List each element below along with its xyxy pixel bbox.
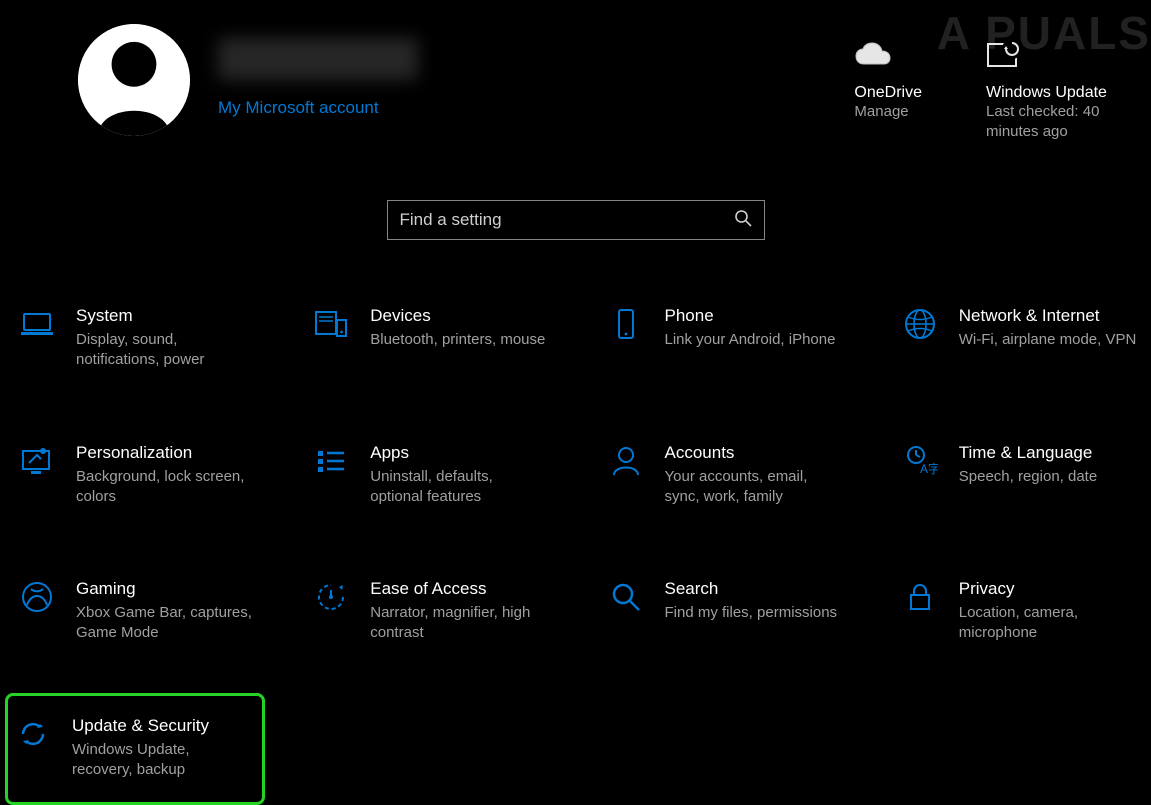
header-region: My Microsoft account OneDrive Manage Win… [0,0,1151,180]
tile-network-internet[interactable]: Network & Internet Wi-Fi, airplane mode,… [895,300,1141,377]
tile-sub: Wi-Fi, airplane mode, VPN [959,330,1137,350]
update-security-icon [12,716,54,758]
privacy-icon [899,579,941,621]
person-icon [78,24,190,136]
phone-icon [605,306,647,348]
user-meta: My Microsoft account [218,24,418,118]
tile-title: Gaming [76,579,254,599]
tile-gaming[interactable]: Gaming Xbox Game Bar, captures, Game Mod… [12,573,258,650]
header-right: OneDrive Manage Windows Update Last chec… [854,32,1151,143]
tile-title: Personalization [76,443,254,463]
tile-privacy[interactable]: Privacy Location, camera, microphone [895,573,1141,650]
tile-title: Accounts [665,443,843,463]
tile-sub: Uninstall, defaults, optional features [370,467,548,508]
onedrive-sub: Manage [854,102,922,122]
settings-grid: System Display, sound, notifications, po… [0,240,1151,780]
tile-update-security[interactable]: Update & Security Windows Update, recove… [5,693,265,805]
tile-title: Search [665,579,843,599]
windows-update-sub: Last checked: 40 minutes ago [986,102,1151,143]
tile-phone[interactable]: Phone Link your Android, iPhone [601,300,847,377]
tile-ease-of-access[interactable]: Ease of Access Narrator, magnifier, high… [306,573,552,650]
tile-title: Time & Language [959,443,1137,463]
time-language-icon: A字 [899,443,941,485]
windows-update-icon [986,32,1151,78]
tile-devices[interactable]: Devices Bluetooth, printers, mouse [306,300,552,377]
apps-icon [310,443,352,485]
tile-apps[interactable]: Apps Uninstall, defaults, optional featu… [306,437,552,514]
search-icon [734,209,752,232]
search-input[interactable] [400,210,734,230]
tile-sub: Speech, region, date [959,467,1137,487]
tile-search[interactable]: Search Find my files, permissions [601,573,847,650]
user-name-redacted [218,38,418,80]
ease-of-access-icon [310,579,352,621]
tile-sub: Find my files, permissions [665,603,843,623]
tile-personalization[interactable]: Personalization Background, lock screen,… [12,437,258,514]
globe-icon [899,306,941,348]
onedrive-title: OneDrive [854,84,922,102]
windows-update-card[interactable]: Windows Update Last checked: 40 minutes … [986,32,1151,143]
tile-title: Phone [665,306,843,326]
tile-time-language[interactable]: A字 Time & Language Speech, region, date [895,437,1141,514]
laptop-icon [16,306,58,348]
tile-title: Network & Internet [959,306,1137,326]
search-box[interactable] [387,200,765,240]
tile-title: Update & Security [72,716,254,736]
tile-sub: Xbox Game Bar, captures, Game Mode [76,603,254,644]
tile-title: Privacy [959,579,1137,599]
search-wrap [0,200,1151,240]
onedrive-card[interactable]: OneDrive Manage [854,32,922,143]
windows-update-title: Windows Update [986,84,1151,102]
tile-accounts[interactable]: Accounts Your accounts, email, sync, wor… [601,437,847,514]
tile-sub: Location, camera, microphone [959,603,1137,644]
tile-sub: Narrator, magnifier, high contrast [370,603,548,644]
tile-title: Devices [370,306,548,326]
cloud-icon [854,32,922,78]
tile-sub: Link your Android, iPhone [665,330,843,350]
user-avatar[interactable] [78,24,190,136]
svg-text:A字: A字 [920,461,938,476]
tile-sub: Windows Update, recovery, backup [72,740,254,781]
tile-sub: Your accounts, email, sync, work, family [665,467,843,508]
my-microsoft-account-link[interactable]: My Microsoft account [218,98,418,118]
tile-sub: Background, lock screen, colors [76,467,254,508]
tile-title: Ease of Access [370,579,548,599]
tile-sub: Display, sound, notifications, power [76,330,254,371]
accounts-icon [605,443,647,485]
tile-system[interactable]: System Display, sound, notifications, po… [12,300,258,377]
tile-title: System [76,306,254,326]
tile-title: Apps [370,443,548,463]
gaming-icon [16,579,58,621]
search-cat-icon [605,579,647,621]
tile-sub: Bluetooth, printers, mouse [370,330,548,350]
devices-icon [310,306,352,348]
personalization-icon [16,443,58,485]
